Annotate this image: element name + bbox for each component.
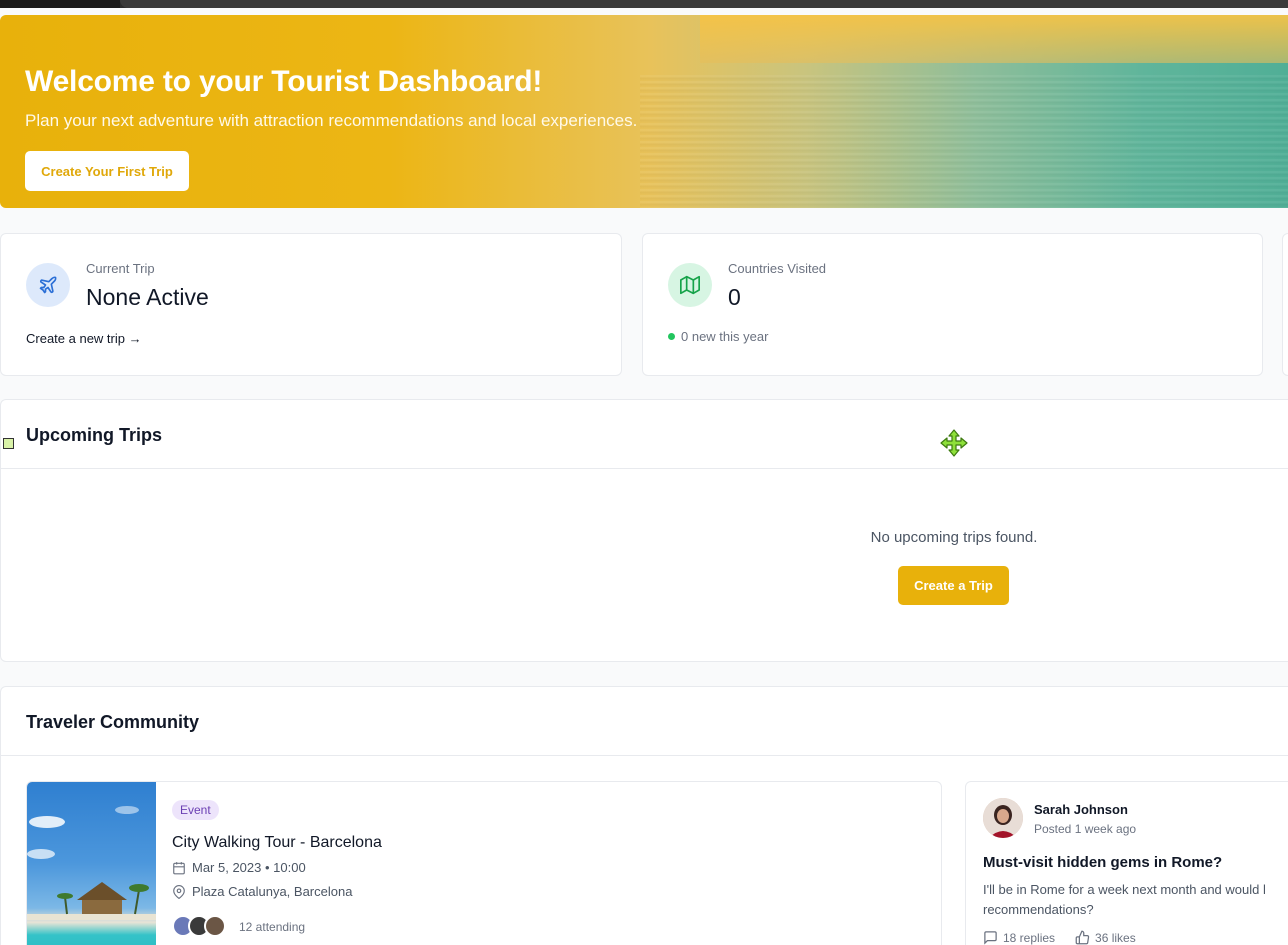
browser-top-bar [0, 0, 1288, 8]
upcoming-trips-section: Upcoming Trips No upcoming trips found. … [0, 399, 1288, 662]
section-divider [1, 755, 1288, 756]
banner-sky [700, 15, 1288, 63]
banner-sea [640, 75, 1288, 208]
attendee-avatars [172, 915, 226, 937]
create-first-trip-button[interactable]: Create Your First Trip [25, 151, 189, 191]
countries-note-text: 0 new this year [681, 329, 769, 344]
post-time: Posted 1 week ago [1034, 822, 1137, 836]
post-stats: 18 replies 36 likes [983, 930, 1136, 945]
banner-title: Welcome to your Tourist Dashboard! [25, 65, 543, 98]
current-trip-value: None Active [86, 284, 209, 310]
banner-subtitle: Plan your next adventure with attraction… [25, 111, 638, 130]
reply-count[interactable]: 18 replies [1003, 931, 1055, 945]
create-new-trip-link[interactable]: Create a new trip → [26, 331, 142, 346]
thumbs-up-icon[interactable] [1075, 930, 1090, 945]
community-title: Traveler Community [26, 712, 200, 732]
countries-visited-value: 0 [728, 284, 741, 310]
create-trip-button[interactable]: Create a Trip [898, 566, 1009, 605]
current-trip-card: Current Trip None Active Create a new tr… [0, 233, 622, 376]
countries-visited-label: Countries Visited [728, 261, 827, 276]
plane-icon [26, 263, 70, 307]
like-count[interactable]: 36 likes [1095, 931, 1136, 945]
traveler-community-section: Traveler Community Event City Walking To… [0, 686, 1288, 945]
upcoming-trips-title: Upcoming Trips [26, 425, 163, 445]
calendar-icon [173, 861, 185, 874]
countries-visited-note: 0 new this year [668, 329, 768, 344]
attending-count: 12 attending [239, 920, 306, 934]
comment-icon [984, 931, 997, 945]
avatar [983, 798, 1023, 838]
avatar [204, 915, 226, 937]
move-cursor-icon [940, 429, 968, 457]
event-location-row: Plaza Catalunya, Barcelona [172, 884, 352, 899]
event-card[interactable]: Event City Walking Tour - Barcelona Mar … [26, 781, 942, 945]
post-body: I'll be in Rome for a week next month an… [983, 882, 1266, 917]
post-author[interactable]: Sarah Johnson [1034, 802, 1128, 817]
beach-hut-image [27, 782, 156, 945]
section-divider [1, 468, 1288, 469]
post-title[interactable]: Must-visit hidden gems in Rome? [983, 854, 1222, 871]
event-date-row: Mar 5, 2023 • 10:00 [172, 860, 306, 875]
countries-visited-card: Countries Visited 0 0 new this year [642, 233, 1263, 376]
event-badge: Event [172, 800, 219, 820]
current-trip-label: Current Trip [86, 261, 155, 276]
third-stat-card-edge [1282, 233, 1288, 376]
status-dot-icon [668, 333, 675, 340]
location-pin-icon [173, 884, 185, 899]
event-datetime: Mar 5, 2023 • 10:00 [192, 860, 306, 875]
event-title[interactable]: City Walking Tour - Barcelona [172, 834, 382, 852]
event-location: Plaza Catalunya, Barcelona [192, 884, 353, 899]
resize-handle[interactable] [3, 438, 14, 449]
forum-post-card[interactable]: Sarah Johnson Posted 1 week ago Must-vis… [965, 781, 1288, 945]
welcome-banner: Welcome to your Tourist Dashboard! Plan … [0, 15, 1288, 208]
map-icon [668, 263, 712, 307]
no-trips-message: No upcoming trips found. [870, 529, 1038, 546]
